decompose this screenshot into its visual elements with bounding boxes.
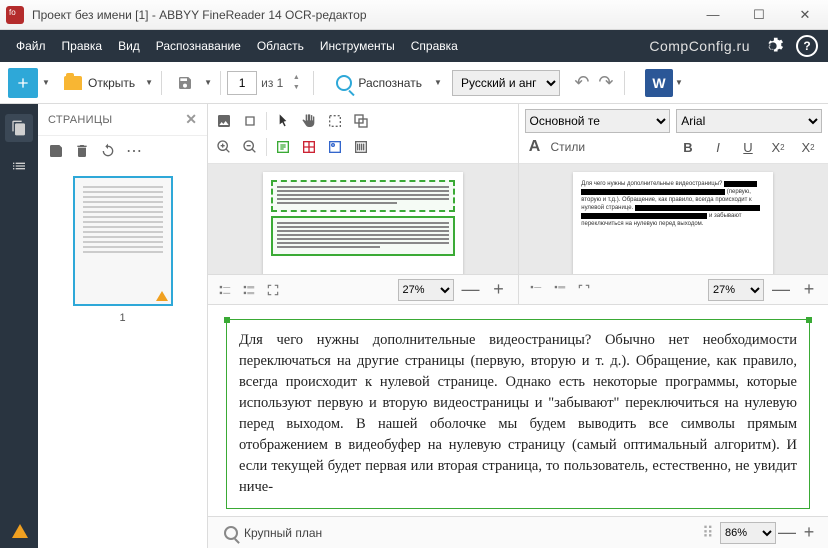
panel-save-icon[interactable] xyxy=(48,143,64,159)
recognize-button[interactable]: Распознать xyxy=(326,68,432,98)
page-count-label: из 1 xyxy=(261,76,283,90)
block-type-select[interactable]: Основной те xyxy=(525,109,671,133)
pages-panel-close[interactable]: ✕ xyxy=(185,111,197,128)
open-button[interactable]: Открыть xyxy=(56,68,143,98)
zoom-left-select[interactable]: 27% xyxy=(398,279,454,301)
image-edit-icon[interactable] xyxy=(214,111,234,131)
recognize-dropdown[interactable]: ▼ xyxy=(432,78,444,87)
magnify-plus-icon[interactable] xyxy=(214,137,234,157)
rail-properties-button[interactable] xyxy=(5,152,33,180)
zoom-right-select[interactable]: 27% xyxy=(708,279,764,301)
magnify-minus-icon[interactable] xyxy=(240,137,260,157)
thumbnail-label: 1 xyxy=(119,312,125,324)
menu-recognition[interactable]: Распознавание xyxy=(150,36,247,56)
image-block-icon[interactable] xyxy=(325,137,345,157)
pages-panel-title: СТРАНИЦЫ xyxy=(48,114,112,126)
page-number-input[interactable] xyxy=(227,71,257,95)
fit-window-r-icon[interactable] xyxy=(575,281,593,299)
text-preview[interactable]: Для чего нужны дополнительные видеостран… xyxy=(573,172,773,274)
help-icon[interactable]: ? xyxy=(796,35,818,57)
save-dropdown[interactable]: ▼ xyxy=(202,78,214,87)
new-task-dropdown[interactable]: ▼ xyxy=(40,78,52,87)
crop-icon[interactable] xyxy=(240,111,260,131)
menu-view[interactable]: Вид xyxy=(112,36,146,56)
outline-expand-icon[interactable] xyxy=(240,281,258,299)
image-preview[interactable] xyxy=(263,172,463,274)
footer-zoom-plus[interactable]: + xyxy=(798,522,820,544)
menu-file[interactable]: Файл xyxy=(10,36,52,56)
magnifier-icon xyxy=(224,526,238,540)
panel-more-icon[interactable]: ⋯ xyxy=(126,143,142,159)
page-thumbnail[interactable] xyxy=(73,176,173,306)
menu-edit[interactable]: Правка xyxy=(56,36,109,56)
zoom-left-plus[interactable]: + xyxy=(488,279,510,301)
maximize-button[interactable]: ☐ xyxy=(736,0,782,30)
panel-refresh-icon[interactable] xyxy=(100,143,116,159)
outline-collapse-icon[interactable] xyxy=(216,281,234,299)
page-up-button[interactable]: ▲ xyxy=(289,73,303,83)
warning-icon xyxy=(156,291,168,301)
table-block-icon[interactable] xyxy=(299,137,319,157)
save-button[interactable] xyxy=(170,68,200,98)
folder-icon xyxy=(64,76,82,90)
minimize-button[interactable]: — xyxy=(690,0,736,30)
zoom-right-minus[interactable]: — xyxy=(770,279,792,301)
panel-delete-icon[interactable] xyxy=(74,143,90,159)
italic-button[interactable]: I xyxy=(708,137,728,157)
zoom-left-minus[interactable]: — xyxy=(460,279,482,301)
language-select[interactable]: Русский и анг xyxy=(452,70,560,96)
menu-tools[interactable]: Инструменты xyxy=(314,36,401,56)
footer-zoom-select[interactable]: 86% xyxy=(720,522,776,544)
export-dropdown[interactable]: ▼ xyxy=(673,78,685,87)
footer-zoom-minus[interactable]: — xyxy=(776,522,798,544)
open-dropdown[interactable]: ▼ xyxy=(143,78,155,87)
recognize-icon xyxy=(336,75,352,91)
status-warning-icon xyxy=(12,524,28,538)
fit-window-icon[interactable] xyxy=(264,281,282,299)
closeup-button[interactable]: Крупный план xyxy=(216,521,330,545)
menu-help[interactable]: Справка xyxy=(405,36,464,56)
barcode-block-icon[interactable] xyxy=(351,137,371,157)
outline-collapse-r-icon[interactable] xyxy=(527,281,545,299)
text-block-icon[interactable] xyxy=(273,137,293,157)
styles-label[interactable]: Стили xyxy=(551,140,586,154)
brand-label: CompConfig.ru xyxy=(649,38,750,54)
bold-button[interactable]: B xyxy=(678,137,698,157)
hand-icon[interactable] xyxy=(299,111,319,131)
window-title: Проект без имени [1] - ABBYY FineReader … xyxy=(32,8,367,22)
zoom-right-plus[interactable]: + xyxy=(798,279,820,301)
copy-area-icon[interactable] xyxy=(351,111,371,131)
underline-button[interactable]: U xyxy=(738,137,758,157)
subscript-button[interactable]: X2 xyxy=(798,137,818,157)
redo-button[interactable]: ↷ xyxy=(594,71,618,95)
new-task-button[interactable] xyxy=(8,68,38,98)
cursor-icon[interactable] xyxy=(273,111,293,131)
footer-grid-icon[interactable]: ⠿ xyxy=(702,523,720,543)
font-family-select[interactable]: Arial xyxy=(676,109,822,133)
font-a-icon[interactable]: A xyxy=(525,137,545,157)
rail-pages-button[interactable] xyxy=(5,114,33,142)
close-button[interactable]: ✕ xyxy=(782,0,828,30)
app-icon xyxy=(6,6,24,24)
menu-area[interactable]: Область xyxy=(251,36,310,56)
settings-icon[interactable] xyxy=(762,35,784,57)
export-word-button[interactable]: W xyxy=(645,69,673,97)
superscript-button[interactable]: X2 xyxy=(768,137,788,157)
recognized-text-block[interactable]: Для чего нужны дополнительные видеостран… xyxy=(226,319,810,509)
select-area-icon[interactable] xyxy=(325,111,345,131)
recognized-text[interactable]: Для чего нужны дополнительные видеостран… xyxy=(239,330,797,498)
undo-button[interactable]: ↶ xyxy=(570,71,594,95)
outline-expand-r-icon[interactable] xyxy=(551,281,569,299)
page-down-button[interactable]: ▼ xyxy=(289,83,303,93)
